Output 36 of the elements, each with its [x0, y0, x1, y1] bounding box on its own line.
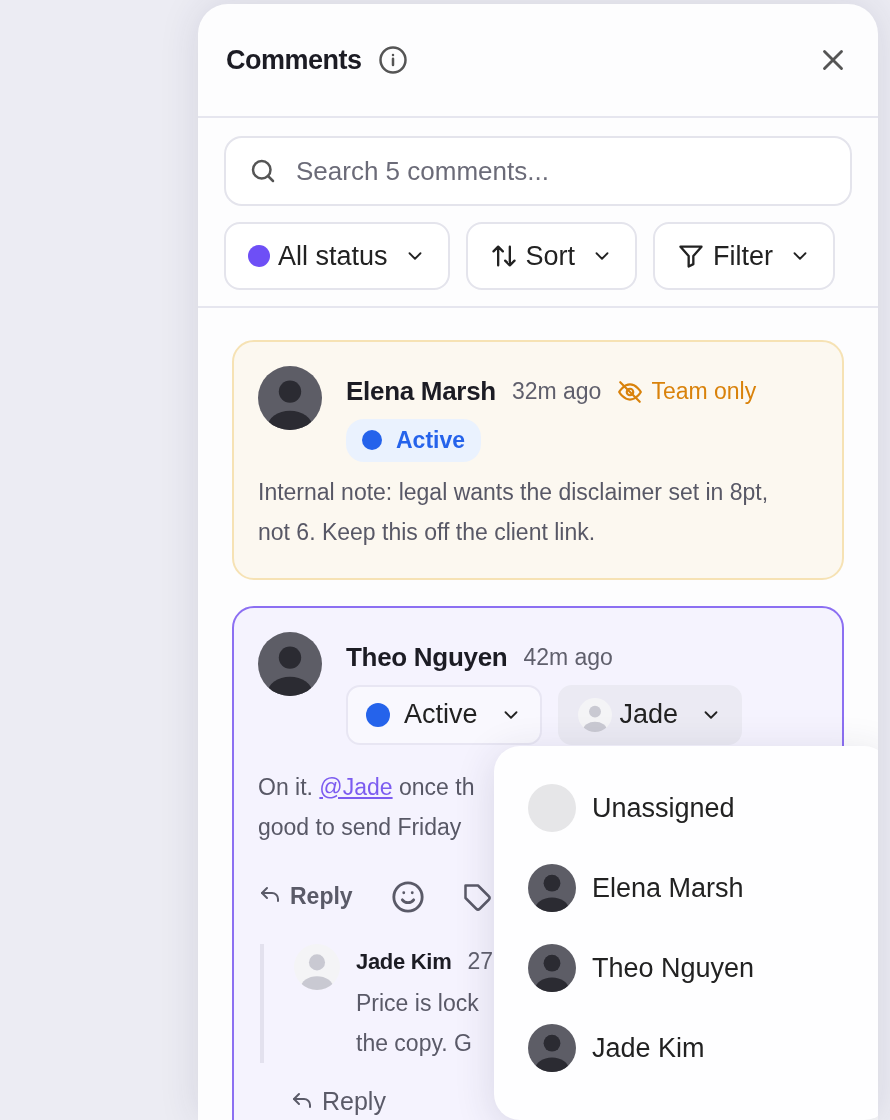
tag-icon: [462, 883, 493, 914]
avatar-icon: [294, 944, 340, 991]
filter-button[interactable]: Filter: [653, 222, 836, 290]
eye-slash-icon: [617, 378, 644, 405]
avatar-icon: [528, 784, 576, 832]
reply-button[interactable]: Reply: [290, 1082, 386, 1120]
menu-item[interactable]: Theo Nguyen: [528, 928, 878, 1008]
panel-title: Comments: [226, 43, 362, 77]
avatar-icon: [528, 944, 576, 992]
menu-item[interactable]: Jade Kim: [528, 1008, 878, 1088]
reply-text: Price is lock the copy. G: [356, 988, 480, 1058]
avatar-icon: [528, 1024, 576, 1072]
author-name: Elena Marsh: [346, 375, 496, 408]
visibility-label: Team only: [651, 377, 757, 407]
menu-item[interactable]: Elena Marsh: [528, 848, 878, 928]
mention-link[interactable]: @Jade: [319, 773, 393, 800]
avatar-icon: [528, 864, 576, 912]
assignee-dropdown[interactable]: Jade: [557, 684, 743, 745]
menu-item[interactable]: Unassigned: [528, 768, 878, 848]
info-icon: [377, 45, 408, 75]
status-filter-button[interactable]: All status: [224, 222, 450, 290]
search-field[interactable]: Search 5 comments...: [224, 136, 852, 206]
reply-button[interactable]: Reply: [258, 879, 353, 914]
smiley-icon: [390, 880, 425, 915]
status-badge: Active: [346, 419, 482, 462]
search-input[interactable]: Search 5 comments...: [294, 150, 828, 192]
timestamp: 32m ago: [511, 377, 602, 407]
avatar-icon: [577, 697, 612, 732]
author-name: Theo Nguyen: [346, 640, 508, 674]
sort-button[interactable]: Sort: [465, 222, 638, 290]
timestamp: 27: [467, 947, 493, 977]
timestamp: 42m ago: [523, 642, 613, 672]
comment-text: Internal note: legal wants the disclaimer set in 8pt, not 6. Keep this off the client link.: [258, 477, 770, 547]
emoji-button[interactable]: [390, 878, 425, 915]
status-dropdown[interactable]: Active: [346, 684, 542, 745]
author-name: Jade Kim: [356, 948, 452, 977]
